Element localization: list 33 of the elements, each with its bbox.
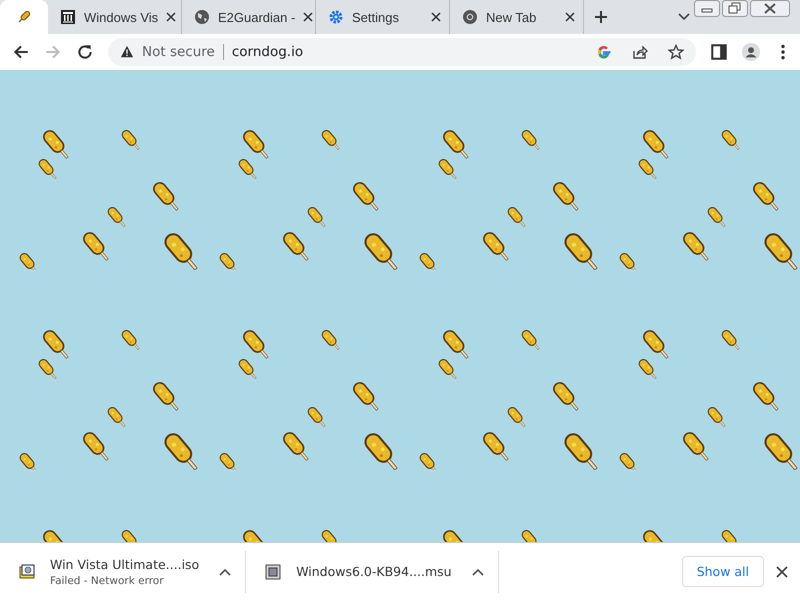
- warning-icon: [120, 45, 134, 59]
- profile-icon[interactable]: [742, 43, 760, 61]
- back-icon[interactable]: [12, 43, 30, 61]
- google-icon[interactable]: [596, 44, 612, 60]
- show-all-button[interactable]: Show all: [682, 556, 764, 587]
- download-status: Failed - Network error: [50, 574, 165, 586]
- download-filename[interactable]: Win Vista Ultimate....iso: [50, 556, 200, 572]
- download-filename[interactable]: Windows6.0-KB94....msu: [296, 564, 452, 579]
- building-icon: [60, 9, 76, 25]
- minimize-icon[interactable]: [694, 0, 720, 17]
- installer-file-icon: [264, 562, 282, 580]
- globe-icon: [194, 9, 210, 25]
- star-icon[interactable]: [668, 44, 684, 60]
- url-text: corndog.io: [232, 44, 304, 60]
- close-icon[interactable]: [166, 12, 176, 22]
- new-tab-icon[interactable]: [594, 10, 608, 24]
- close-icon[interactable]: [565, 12, 575, 22]
- settings-icon: [328, 9, 344, 25]
- close-icon[interactable]: [431, 12, 441, 22]
- restore-icon[interactable]: [722, 0, 748, 17]
- close-icon[interactable]: [776, 566, 788, 578]
- close-icon[interactable]: [303, 12, 314, 22]
- chevron-down-icon[interactable]: [678, 13, 690, 21]
- security-label: Not secure: [142, 44, 224, 60]
- chevron-up-icon[interactable]: [219, 568, 232, 576]
- chevron-up-icon[interactable]: [472, 568, 484, 576]
- corndog-icon: [16, 9, 32, 25]
- close-icon[interactable]: [750, 0, 790, 17]
- side-panel-icon[interactable]: [710, 43, 728, 61]
- share-icon[interactable]: [632, 44, 648, 60]
- address-bar[interactable]: Not secure corndog.io: [108, 38, 696, 66]
- reload-icon[interactable]: [76, 43, 94, 61]
- disc-file-icon: [18, 562, 36, 580]
